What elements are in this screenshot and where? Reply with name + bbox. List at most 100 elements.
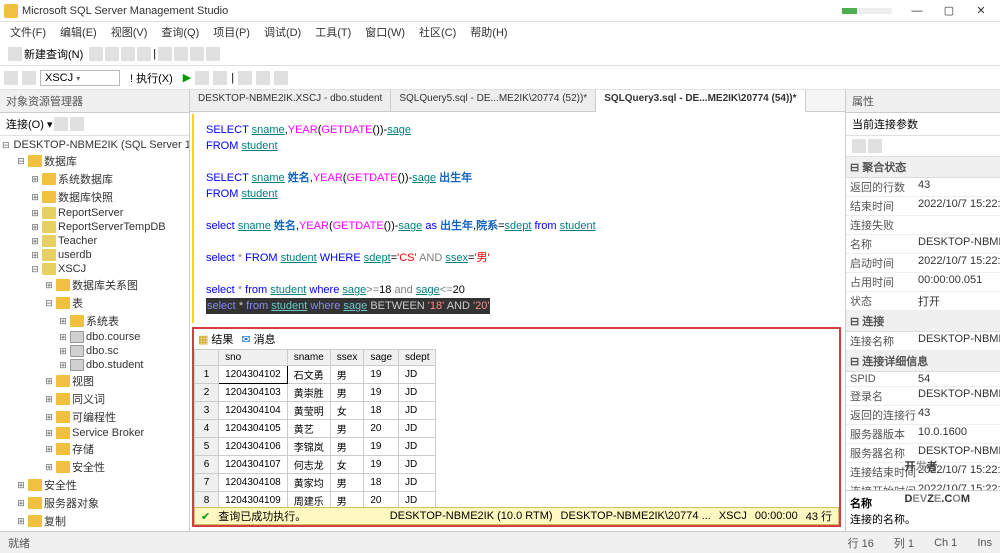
status-line: 行 16 [848,535,874,551]
table-row[interactable]: 11204304102石文勇男19JD [195,366,436,384]
menu-file[interactable]: 文件(F) [4,22,52,42]
folder-icon [28,515,42,527]
toolbar-icon[interactable] [121,47,135,61]
database-icon [42,235,56,247]
menubar: 文件(F) 编辑(E) 视图(V) 查询(Q) 项目(P) 调试(D) 工具(T… [0,22,1000,42]
table-row[interactable]: 41204304105黄艺男20JD [195,420,436,438]
folder-icon [28,479,42,491]
toolbar-icon[interactable] [213,71,227,85]
tab-query5[interactable]: SQLQuery5.sql - DE...ME2IK\20774 (52))* [391,90,596,111]
prop-footer-name: 名称 [850,495,996,511]
table-row[interactable]: 61204304107何志龙女19JD [195,456,436,474]
folder-icon [56,427,70,439]
toolbar-query: XSCJ ▾ ! 执行(X) ▶ | [0,66,1000,90]
progress-bar [842,8,892,14]
toolbar-icon[interactable] [238,71,252,85]
object-explorer: 对象资源管理器 连接(O) ▾ ⊟DESKTOP-NBME2IK (SQL Se… [0,90,190,531]
toolbar-icon[interactable] [158,47,172,61]
prop-group-agg[interactable]: ⊟ 聚合状态 [846,157,1000,178]
table-row[interactable]: 71204304108黄家均男18JD [195,474,436,492]
tree-databases[interactable]: 数据库 [44,153,77,169]
properties-title: 属性 [846,90,1000,113]
sql-editor[interactable]: SELECT sname,YEAR(GETDATE())-sage FROM s… [192,114,843,323]
minimize-button[interactable]: — [902,2,932,20]
toolbar-icon[interactable] [195,71,209,85]
messages-tab[interactable]: ✉ 消息 [241,331,275,347]
results-tab[interactable]: ▦ 结果 [198,331,233,347]
menu-help[interactable]: 帮助(H) [464,22,513,42]
toolbar-icon[interactable] [190,47,204,61]
properties-subtitle: 当前连接参数 [846,113,1000,136]
properties-panel: 属性 当前连接参数 ⊟ 聚合状态 返回的行数43 结束时间2022/10/7 1… [845,90,1000,531]
table-icon [70,359,84,371]
tab-query3[interactable]: SQLQuery3.sql - DE...ME2IK\20774 (54))* [596,90,805,112]
table-row[interactable]: 31204304104黄莹明女18JD [195,402,436,420]
toolbar-icon[interactable] [70,117,84,131]
database-selector[interactable]: XSCJ ▾ [40,70,120,86]
toolbar-icon[interactable] [137,47,151,61]
folder-icon [42,173,56,185]
object-explorer-title: 对象资源管理器 [0,90,189,113]
results-panel: ▦ 结果 ✉ 消息 snosnamessexsagesdept112043041… [192,327,841,527]
menu-edit[interactable]: 编辑(E) [54,22,103,42]
table-row[interactable]: 21204304103黄崇胜男19JD [195,384,436,402]
connect-button[interactable]: 连接(O) ▾ [6,116,52,132]
table-icon [70,331,84,343]
tab-student[interactable]: DESKTOP-NBME2IK.XSCJ - dbo.student [190,90,391,111]
menu-project[interactable]: 项目(P) [207,22,256,42]
folder-icon [56,279,70,291]
database-icon [42,263,56,275]
menu-community[interactable]: 社区(C) [413,22,462,42]
prop-group-conn[interactable]: ⊟ 连接 [846,311,1000,332]
toolbar-icon[interactable] [274,71,288,85]
menu-window[interactable]: 窗口(W) [359,22,411,42]
new-query-icon [8,47,22,61]
toolbar-icon[interactable] [89,47,103,61]
folder-icon [42,191,56,203]
toolbar-main: 新建查询(N) | [0,42,1000,66]
status-ch: Ch 1 [934,537,957,549]
table-row[interactable]: 81204304109周建乐男20JD [195,492,436,508]
status-col: 列 1 [894,535,914,551]
toolbar-icon[interactable] [105,47,119,61]
close-button[interactable]: ✕ [966,2,996,20]
toolbar-icon[interactable] [54,117,68,131]
menu-debug[interactable]: 调试(D) [258,22,307,42]
database-icon [42,249,56,261]
properties-toolbar [846,136,1000,157]
folder-icon [56,443,70,455]
maximize-button[interactable]: ▢ [934,2,964,20]
execute-button[interactable]: ! 执行(X) [124,68,179,88]
object-tree[interactable]: ⊟DESKTOP-NBME2IK (SQL Server 10.0.160 ⊟数… [0,136,189,531]
results-grid[interactable]: snosnamessexsagesdept11204304102石文勇男19JD… [194,349,839,507]
toolbar-icon[interactable] [206,47,220,61]
sort-icon[interactable] [852,139,866,153]
folder-icon [56,297,70,309]
toolbar-icon[interactable] [22,71,36,85]
app-title: Microsoft SQL Server Management Studio [22,5,842,17]
menu-view[interactable]: 视图(V) [105,22,154,42]
toolbar-icon[interactable] [256,71,270,85]
folder-icon [56,461,70,473]
folder-icon [56,393,70,405]
prop-group-det[interactable]: ⊟ 连接详细信息 [846,351,1000,372]
connect-toolbar: 连接(O) ▾ [0,113,189,136]
app-icon [4,4,18,18]
sort-icon[interactable] [868,139,882,153]
tree-xscj[interactable]: XSCJ [58,263,86,275]
new-query-button[interactable]: 新建查询(N) [4,44,87,64]
table-row[interactable]: 51204304106李锦岚男19JD [195,438,436,456]
folder-icon [56,375,70,387]
center-pane: DESKTOP-NBME2IK.XSCJ - dbo.student SQLQu… [190,90,845,531]
menu-query[interactable]: 查询(Q) [155,22,205,42]
toolbar-icon[interactable] [174,47,188,61]
tree-server[interactable]: DESKTOP-NBME2IK (SQL Server 10.0.160 [14,139,189,151]
database-icon [42,207,56,219]
document-tabs: DESKTOP-NBME2IK.XSCJ - dbo.student SQLQu… [190,90,845,112]
prop-footer-desc: 连接的名称。 [850,511,996,527]
folder-icon [70,315,84,327]
toolbar-icon[interactable] [4,71,18,85]
titlebar: Microsoft SQL Server Management Studio —… [0,0,1000,22]
folder-icon [28,155,42,167]
menu-tools[interactable]: 工具(T) [309,22,357,42]
